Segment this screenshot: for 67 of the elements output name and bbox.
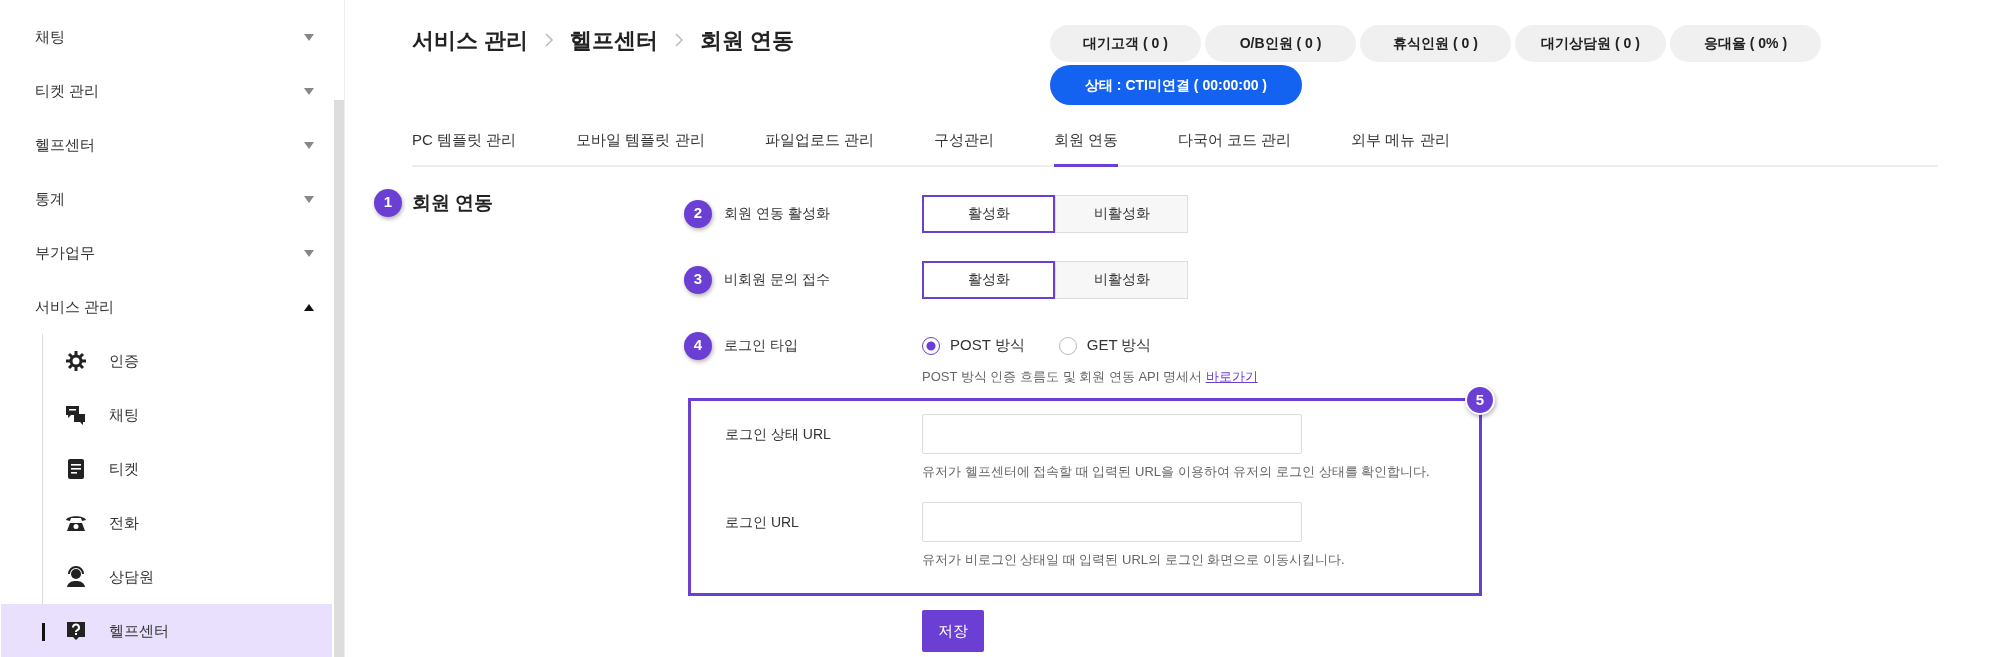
- input-field[interactable]: [922, 414, 1302, 454]
- tab[interactable]: 모바일 템플릿 관리: [576, 119, 705, 167]
- help-text: 유저가 비로그인 상태일 때 입력된 URL의 로그인 화면으로 이동시킵니다.: [922, 550, 1345, 569]
- tab[interactable]: 외부 메뉴 관리: [1351, 119, 1450, 167]
- save-button[interactable]: 저장: [922, 610, 984, 652]
- tab[interactable]: 다국어 코드 관리: [1177, 119, 1292, 167]
- radio-button[interactable]: [922, 336, 940, 355]
- toggle-option[interactable]: 활성화: [922, 194, 1055, 233]
- counter-pill: 대기고객 ( 0 ): [1050, 25, 1201, 62]
- caret-down-icon: [304, 141, 314, 149]
- chevron-right-icon: [674, 32, 685, 48]
- step-number: 2: [684, 199, 712, 228]
- step-number: 3: [684, 265, 712, 294]
- sidebar-item[interactable]: 헬프센터: [0, 118, 332, 172]
- setting-label: 로그인 타입: [724, 336, 798, 355]
- caret-down-icon: [304, 33, 314, 41]
- gear-icon: [65, 350, 87, 372]
- counter-pill: 대기상담원 ( 0 ): [1515, 25, 1666, 62]
- chevron-right-icon: [544, 32, 555, 48]
- sidebar-subitem[interactable]: 상담원: [1, 550, 332, 604]
- toggle-option[interactable]: 비활성화: [1055, 194, 1188, 233]
- caret-down-icon: [304, 87, 314, 95]
- help-text: 유저가 헬프센터에 접속할 때 입력된 URL을 이용하여 유저의 로그인 상태를 확인합니다.: [922, 463, 1430, 481]
- document-icon: [65, 458, 87, 480]
- breadcrumb-item: 회원 연동: [700, 26, 795, 55]
- help-question-icon: [65, 620, 87, 642]
- sidebar-item[interactable]: 부가업무: [0, 226, 332, 280]
- field-label: 로그인 상태 URL: [725, 426, 831, 442]
- counter-pill: 응대율 ( 0% ): [1670, 25, 1821, 62]
- step-number: 1: [374, 188, 402, 217]
- sidebar-item[interactable]: 서비스 관리: [0, 280, 332, 334]
- scrollbar[interactable]: [334, 100, 344, 657]
- step-number: 5: [1465, 385, 1495, 415]
- section-title: 회원 연동: [412, 190, 494, 215]
- caret-up-icon: [304, 303, 314, 311]
- counter-pill: 휴식인원 ( 0 ): [1360, 25, 1511, 62]
- caret-down-icon: [304, 195, 314, 203]
- sidebar-subitem[interactable]: 전화: [1, 496, 332, 550]
- status-pill: 상태 : CTI미연결 ( 00:00:00 ): [1050, 65, 1302, 105]
- breadcrumb-item: 서비스 관리: [412, 26, 529, 55]
- breadcrumb-item: 헬프센터: [570, 26, 659, 55]
- sidebar-item[interactable]: 티켓 관리: [0, 64, 332, 118]
- chat-bubbles-icon: [65, 404, 87, 426]
- tab[interactable]: 회원 연동: [1053, 119, 1118, 167]
- tab[interactable]: PC 템플릿 관리: [412, 119, 517, 167]
- sidebar-subitem[interactable]: 헬프센터: [1, 604, 332, 657]
- step-number: 4: [684, 331, 712, 360]
- sidebar-item[interactable]: 채팅: [0, 10, 332, 64]
- radio-label: POST 방식: [950, 335, 1025, 356]
- sidebar-subitem[interactable]: 채팅: [1, 388, 332, 442]
- sidebar-item[interactable]: 통계: [0, 172, 332, 226]
- setting-label: 비회원 문의 접수: [724, 270, 830, 289]
- help-text: POST 방식 인증 흐름도 및 회원 연동 API 명세서 바로가기: [922, 367, 1259, 386]
- radio-label: GET 방식: [1086, 335, 1152, 356]
- input-field[interactable]: [922, 501, 1302, 542]
- toggle-option[interactable]: 비활성화: [1055, 260, 1188, 299]
- field-label: 로그인 URL: [725, 513, 799, 530]
- toggle-option[interactable]: 활성화: [922, 260, 1055, 299]
- tab[interactable]: 구성관리: [933, 119, 994, 167]
- headset-person-icon: [65, 566, 87, 588]
- sidebar-subitem[interactable]: 티켓: [1, 442, 332, 496]
- counter-pill: O/B인원 ( 0 ): [1205, 25, 1356, 62]
- caret-down-icon: [304, 249, 314, 257]
- sidebar-subitem[interactable]: 인증: [1, 334, 332, 388]
- link[interactable]: 바로가기: [1205, 368, 1258, 384]
- tab[interactable]: 파일업로드 관리: [764, 119, 874, 167]
- setting-label: 회원 연동 활성화: [724, 204, 830, 223]
